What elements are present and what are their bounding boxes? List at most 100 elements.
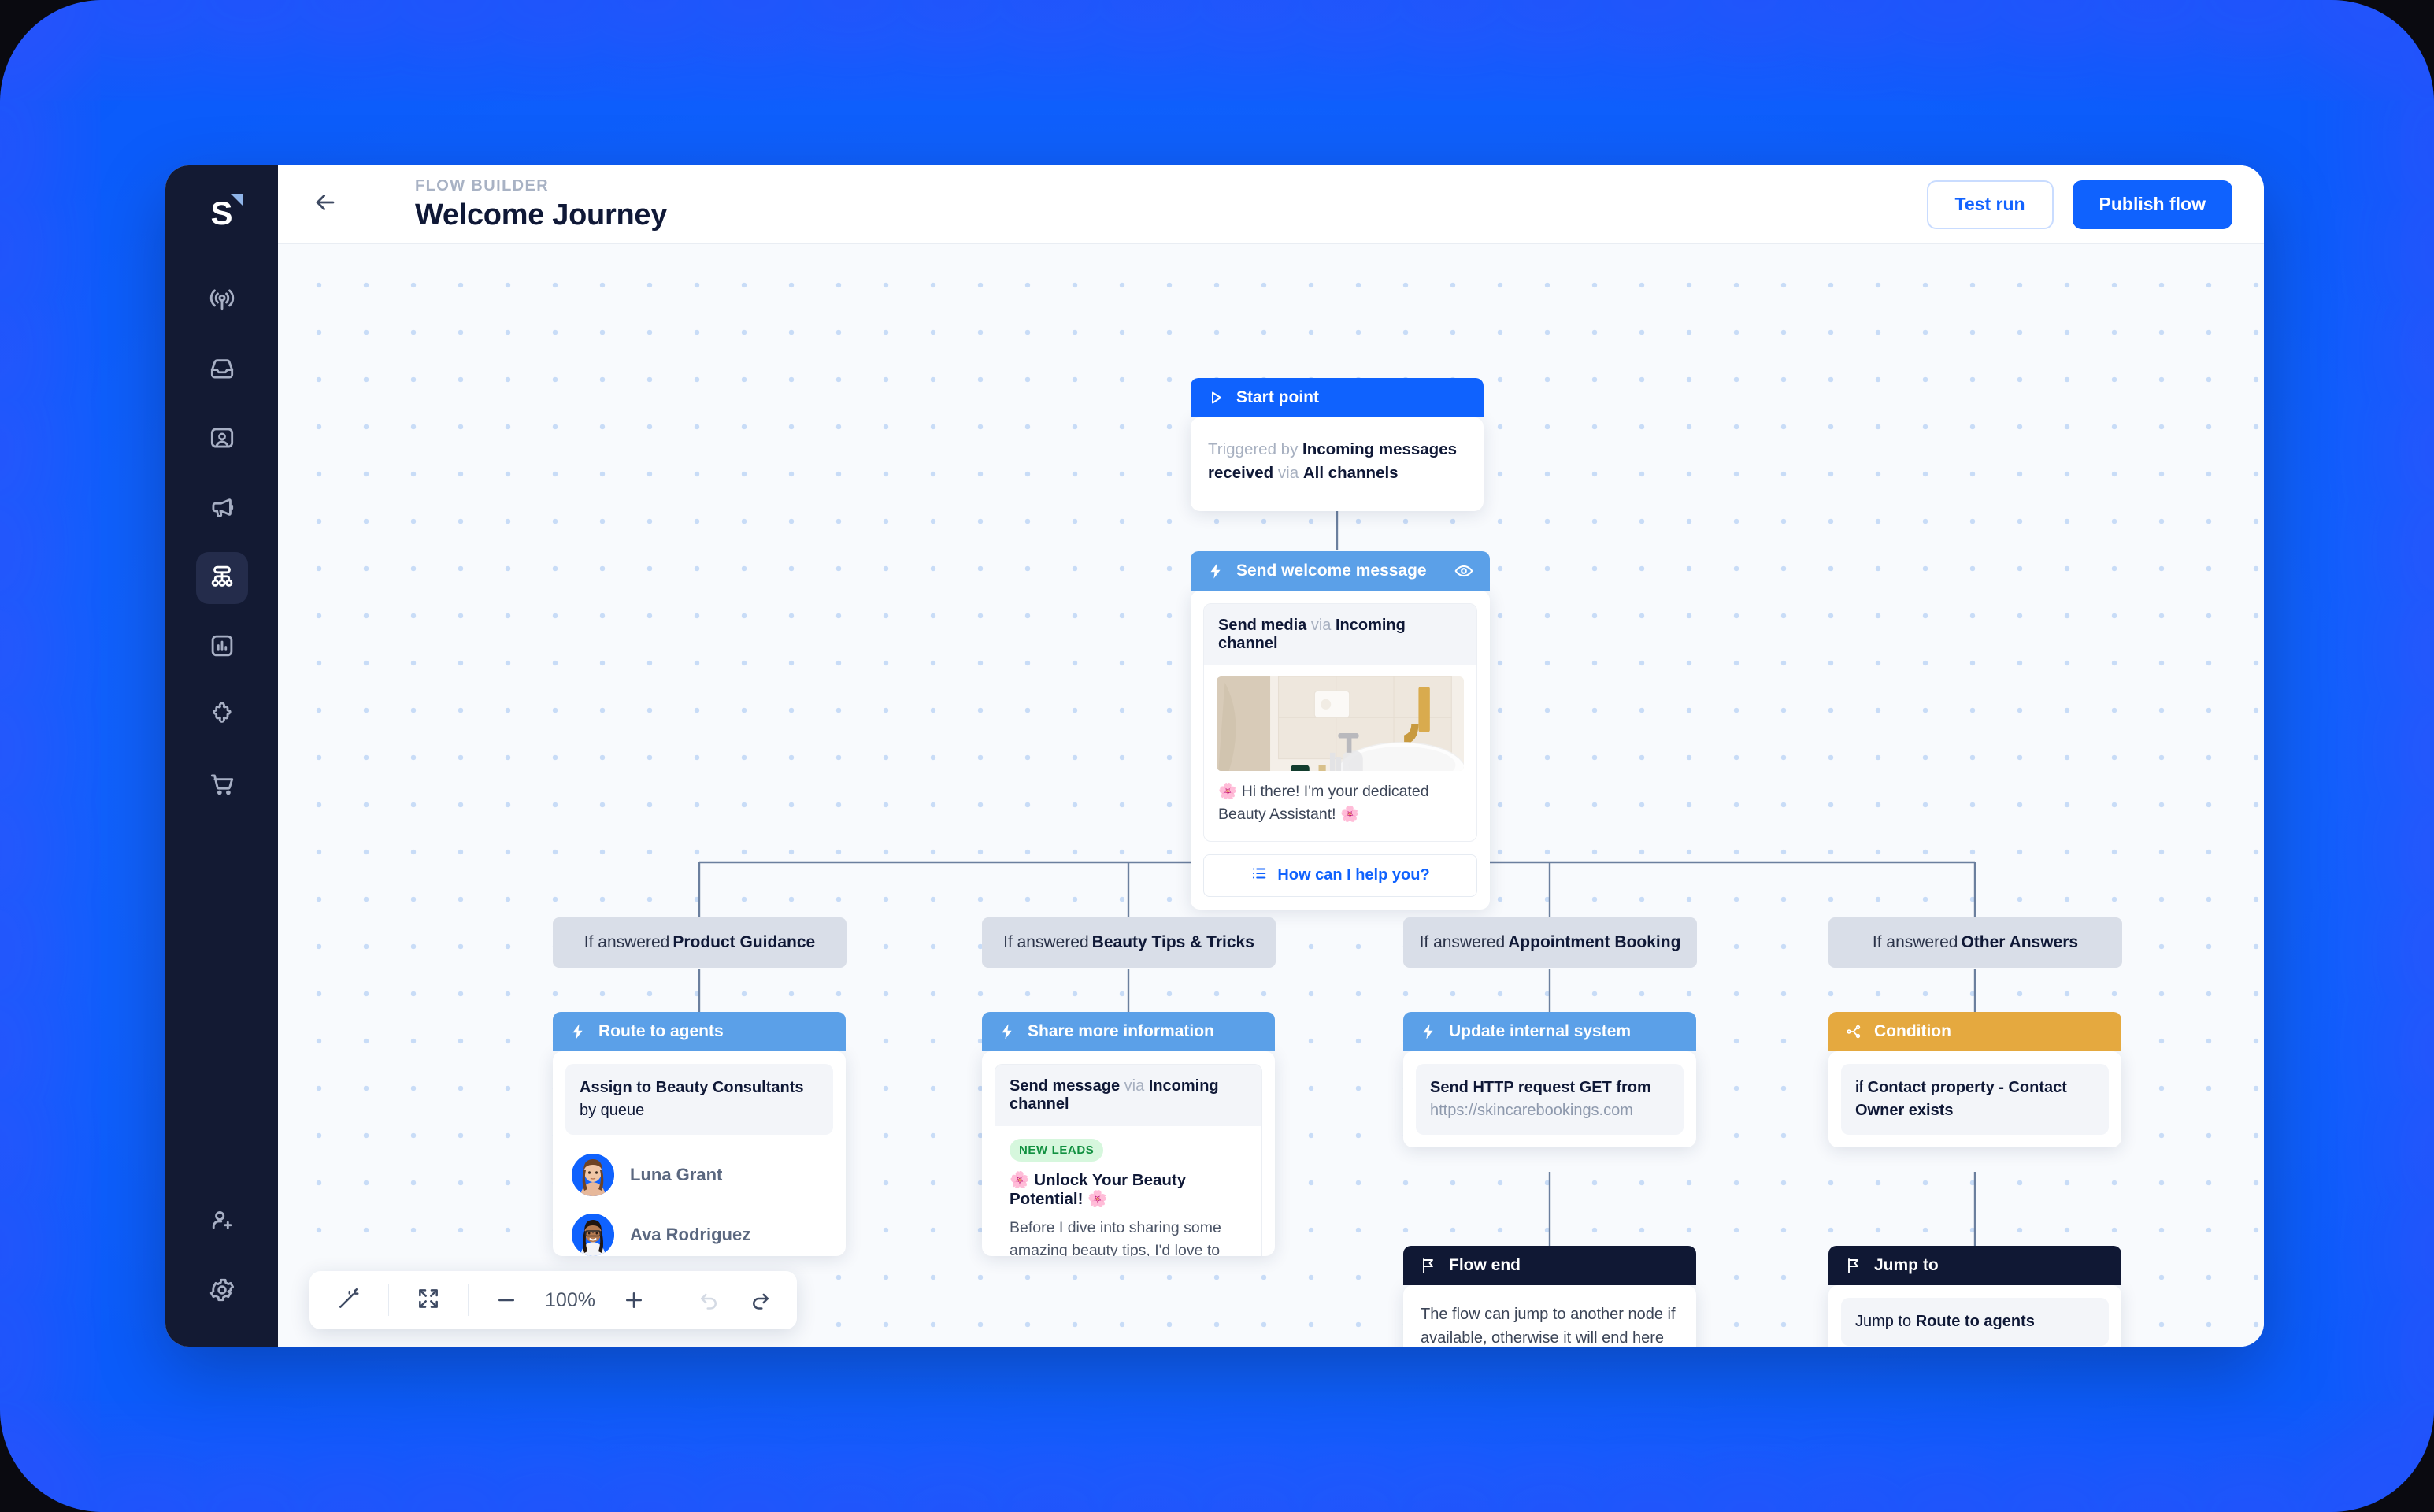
- share-message-card: Send message via Incoming channel NEW LE…: [995, 1064, 1262, 1256]
- node-share-more-information-title: Share more information: [1028, 1022, 1214, 1040]
- arrow-left-icon: [312, 189, 339, 220]
- branch-3-prefix: If answered: [1419, 933, 1506, 951]
- publish-flow-button[interactable]: Publish flow: [2072, 180, 2232, 229]
- back-button[interactable]: [278, 165, 372, 244]
- sidebar-item-flows[interactable]: [195, 552, 248, 604]
- shopping-cart-icon: [207, 769, 237, 803]
- header-actions: Test run Publish flow: [1926, 180, 2264, 229]
- magic-wand-icon: [336, 1286, 361, 1315]
- node-flow-end[interactable]: Flow end The flow can jump to another no…: [1403, 1246, 1696, 1347]
- node-route-to-agents-body: Assign to Beauty Consultants by queue Lu…: [553, 1051, 846, 1256]
- agent-name: Ava Rodriguez: [630, 1225, 751, 1244]
- zoom-level-label: 100%: [545, 1288, 595, 1311]
- contact-card-icon: [207, 423, 237, 457]
- node-start-point[interactable]: Start point Triggered by Incoming messag…: [1191, 378, 1484, 512]
- route-detail-suffix: by queue: [580, 1102, 645, 1119]
- zoom-out-button[interactable]: [486, 1280, 527, 1321]
- avatar: [572, 1154, 614, 1196]
- agent-row[interactable]: Ava Rodriguez: [553, 1207, 846, 1256]
- start-prefix: Triggered by: [1208, 440, 1303, 458]
- share-via-label: via: [1120, 1077, 1149, 1095]
- sidebar-item-analytics[interactable]: [196, 621, 248, 673]
- agent-row[interactable]: Luna Grant: [553, 1147, 846, 1207]
- zoom-in-button[interactable]: [613, 1280, 654, 1321]
- flow-end-description: The flow can jump to another node if ava…: [1421, 1306, 1676, 1347]
- node-jump-to[interactable]: Jump to Jump to Route to agents: [1828, 1246, 2121, 1347]
- node-flow-end-body: The flow can jump to another node if ava…: [1403, 1285, 1696, 1347]
- http-request-detail: Send HTTP request GET from https://skinc…: [1416, 1064, 1684, 1135]
- lightning-icon: [1419, 1022, 1438, 1041]
- node-start-point-header: Start point: [1191, 378, 1484, 417]
- sidebar-item-integrations[interactable]: [196, 691, 248, 743]
- toolbar-magic-group: [309, 1271, 388, 1329]
- brand-logo-corner: [230, 194, 243, 206]
- node-condition-header: Condition: [1828, 1012, 2121, 1051]
- canvas-toolbar: 100%: [309, 1271, 797, 1329]
- redo-button[interactable]: [740, 1280, 781, 1321]
- test-run-button[interactable]: Test run: [1926, 180, 2054, 229]
- breadcrumb: FLOW BUILDER: [415, 176, 550, 195]
- node-share-more-information[interactable]: Share more information Send message via …: [982, 1012, 1275, 1256]
- zoom-controls: 100%: [469, 1271, 672, 1329]
- app-header: FLOW BUILDER Welcome Journey Test run Pu…: [278, 165, 2264, 244]
- sidebar-item-settings[interactable]: [196, 1266, 248, 1317]
- avatar: [572, 1214, 614, 1256]
- sidebar-item-campaigns[interactable]: [196, 483, 248, 535]
- welcome-quick-reply-button[interactable]: How can I help you?: [1203, 854, 1477, 897]
- node-start-point-title: Start point: [1236, 388, 1319, 406]
- welcome-media-header: Send media via Incoming channel: [1204, 604, 1476, 665]
- status-badge: NEW LEADS: [1010, 1139, 1104, 1162]
- node-route-to-agents-header: Route to agents: [553, 1012, 846, 1051]
- branch-label-product-guidance: If answered Product Guidance: [553, 917, 847, 968]
- jump-to-value: Route to agents: [1915, 1313, 2035, 1330]
- branch-3-value: Appointment Booking: [1508, 933, 1681, 951]
- share-action: Send message: [1010, 1077, 1121, 1095]
- sidebar-item-broadcast[interactable]: [196, 275, 248, 327]
- undo-button[interactable]: [688, 1280, 729, 1321]
- node-condition[interactable]: Condition if Contact property - Contact …: [1828, 1012, 2121, 1147]
- welcome-action: Send media: [1218, 617, 1307, 634]
- share-message-title: 🌸 Unlock Your Beauty Potential! 🌸: [1010, 1171, 1187, 1208]
- condition-value: Contact property - Contact Owner exists: [1855, 1079, 2067, 1119]
- share-message-header: Send message via Incoming channel: [995, 1065, 1261, 1126]
- undo-icon: [697, 1287, 721, 1314]
- node-share-more-information-header: Share more information: [982, 1012, 1275, 1051]
- http-request-url: https://skincarebookings.com: [1430, 1102, 1633, 1119]
- fit-to-screen-button[interactable]: [406, 1278, 450, 1322]
- megaphone-icon: [207, 492, 237, 526]
- jump-to-prefix: Jump to: [1855, 1313, 1916, 1330]
- start-trigger-text: Triggered by Incoming messages received …: [1191, 421, 1484, 484]
- condition-prefix: if: [1855, 1079, 1868, 1096]
- node-condition-body: if Contact property - Contact Owner exis…: [1828, 1051, 2121, 1147]
- node-route-to-agents[interactable]: Route to agents Assign to Beauty Consult…: [553, 1012, 846, 1256]
- main-pane: FLOW BUILDER Welcome Journey Test run Pu…: [278, 165, 2264, 1347]
- node-update-internal-system-body: Send HTTP request GET from https://skinc…: [1403, 1051, 1696, 1147]
- user-plus-icon: [207, 1206, 237, 1240]
- node-update-internal-system[interactable]: Update internal system Send HTTP request…: [1403, 1012, 1696, 1147]
- node-send-welcome-message-title: Send welcome message: [1236, 561, 1427, 580]
- title-block: FLOW BUILDER Welcome Journey: [372, 177, 667, 232]
- node-send-welcome-message[interactable]: Send welcome message Send media via Inco…: [1191, 551, 1490, 910]
- http-request-label: Send HTTP request GET from: [1430, 1079, 1651, 1096]
- welcome-image-wrap: [1204, 665, 1476, 771]
- sidebar-item-invite-user[interactable]: [196, 1196, 248, 1248]
- node-jump-to-header: Jump to: [1828, 1246, 2121, 1285]
- branch-2-prefix: If answered: [1003, 933, 1089, 951]
- welcome-media-thumbnail: [1217, 676, 1464, 771]
- node-flow-end-title: Flow end: [1449, 1256, 1521, 1274]
- avatar-photo-luna: [572, 1154, 614, 1196]
- brand-logo[interactable]: S: [194, 186, 250, 241]
- welcome-via-label: via: [1306, 617, 1336, 634]
- share-message-content: NEW LEADS 🌸 Unlock Your Beauty Potential…: [995, 1126, 1261, 1256]
- sidebar-item-commerce[interactable]: [196, 760, 248, 812]
- page-title: Welcome Journey: [415, 198, 668, 232]
- sidebar-item-inbox[interactable]: [196, 344, 248, 396]
- sidebar-item-contacts[interactable]: [196, 413, 248, 465]
- node-jump-to-body: Jump to Route to agents: [1828, 1285, 2121, 1347]
- node-send-welcome-message-header: Send welcome message: [1191, 551, 1490, 591]
- eye-icon[interactable]: [1454, 561, 1474, 581]
- flow-canvas[interactable]: Start point Triggered by Incoming messag…: [278, 244, 2264, 1347]
- branch-2-value: Beauty Tips & Tricks: [1091, 933, 1254, 951]
- agent-name: Luna Grant: [630, 1165, 723, 1184]
- auto-arrange-button[interactable]: [327, 1278, 371, 1322]
